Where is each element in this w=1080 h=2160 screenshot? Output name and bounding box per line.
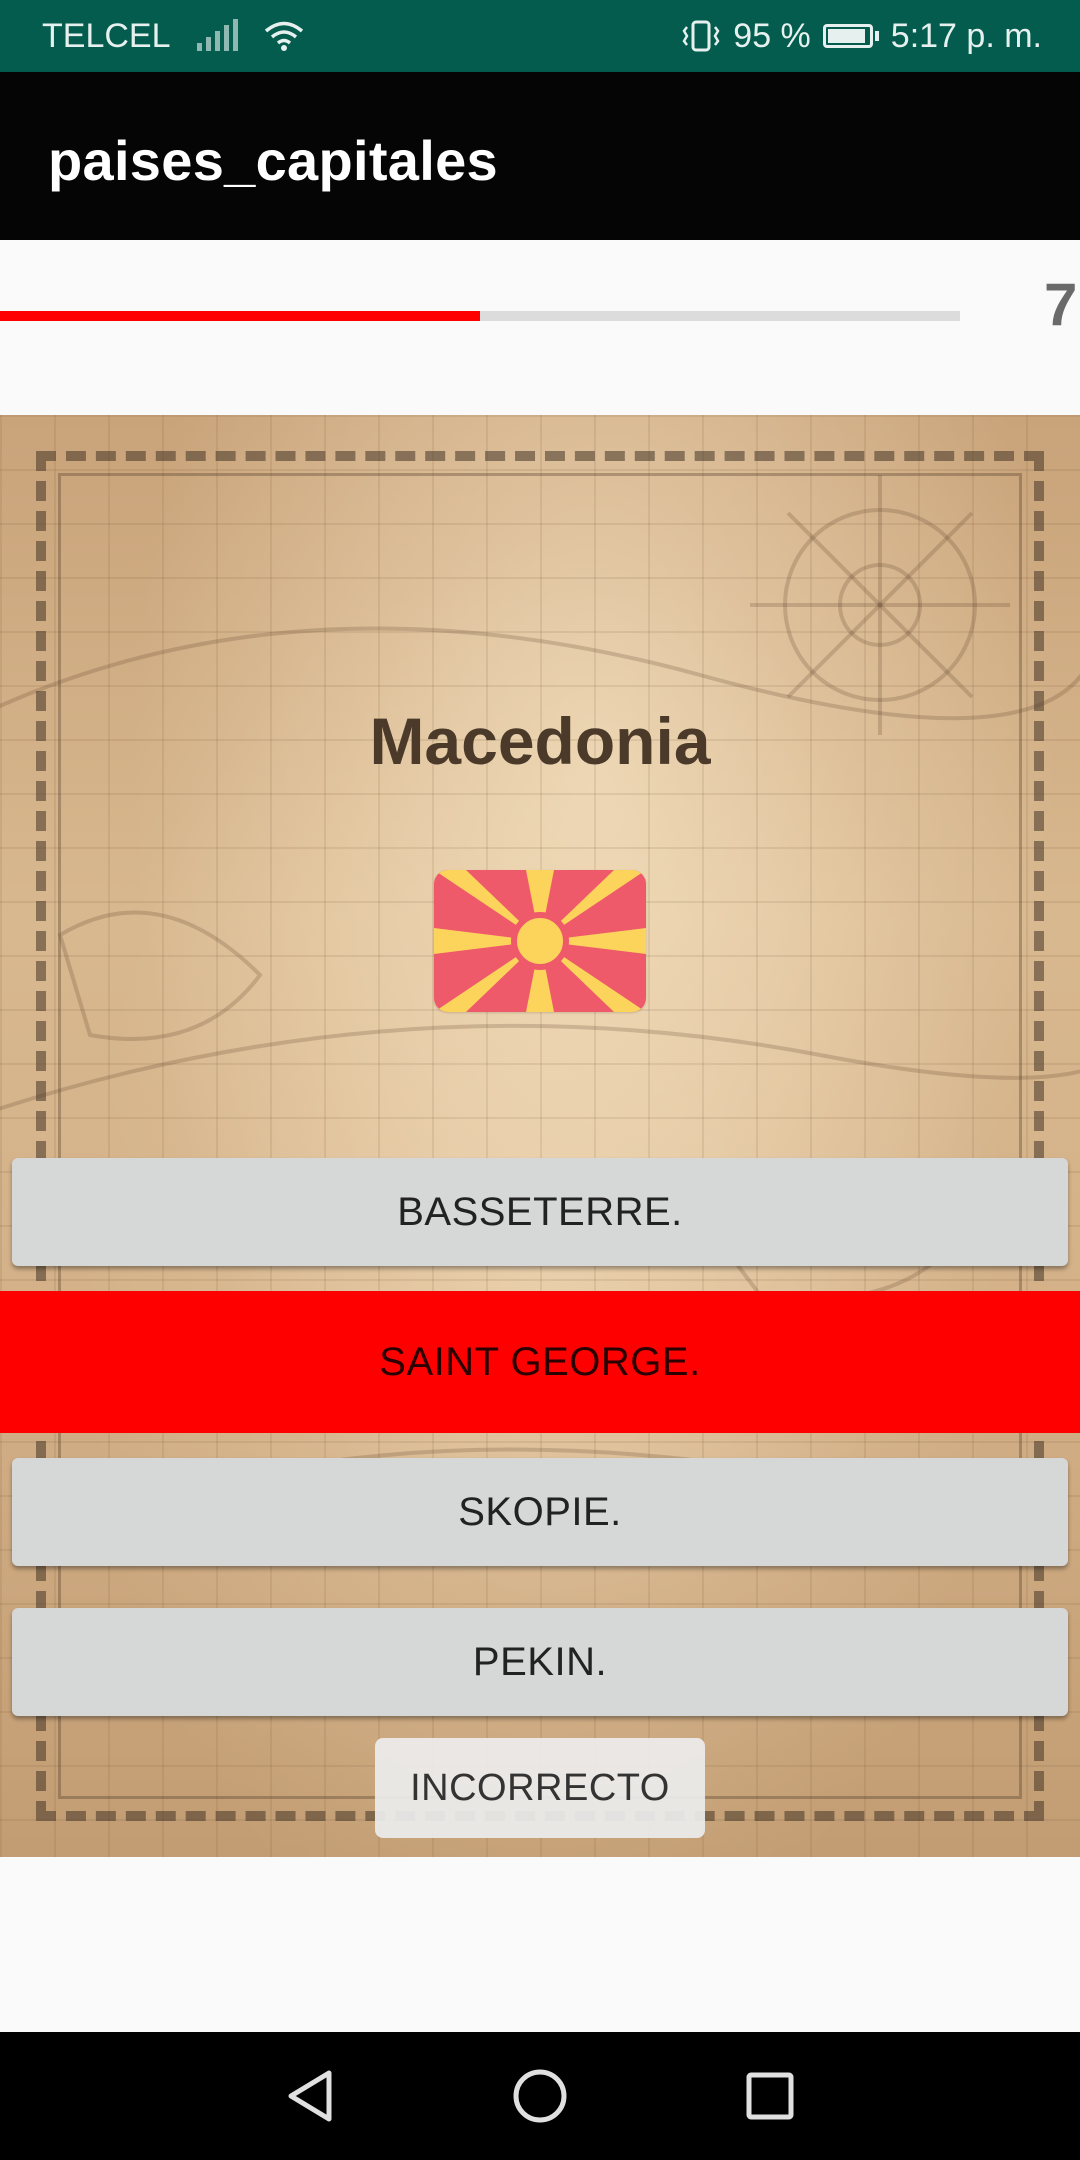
navigation-bar [0,2032,1080,2160]
back-triangle-icon[interactable] [280,2066,340,2126]
progress-area: 7 [0,240,1080,415]
country-name: Macedonia [369,704,711,778]
home-circle-icon[interactable] [510,2066,570,2126]
carrier-name: TELCEL [42,16,171,55]
app-bar: paises_capitales [0,72,1080,240]
battery-percent: 95 % [733,16,811,55]
answer-button-1[interactable]: BASSETERRE. [12,1158,1068,1266]
answer-button-4[interactable]: PEKIN. [12,1608,1068,1716]
signal-icon [196,19,238,51]
recents-square-icon[interactable] [740,2066,800,2126]
progress-fill [0,311,480,321]
vibrate-icon [682,20,720,52]
answer-button-2-wrong[interactable]: SAINT GEORGE. [0,1291,1080,1433]
answer-button-3[interactable]: SKOPIE. [12,1458,1068,1566]
status-bar: TELCEL 95 % 5:17 p. m. [0,0,1080,72]
macedonia-flag-icon [434,870,646,1012]
progress-bar [0,311,960,321]
clock: 5:17 p. m. [890,16,1042,55]
wifi-icon [264,21,303,51]
result-badge: INCORRECTO [375,1738,705,1838]
question-counter: 7 [1044,271,1078,338]
app-title: paises_capitales [48,129,498,192]
game-area: Macedonia BASSETERRE. SAINT GEORGE. SKOP… [0,415,1080,1857]
battery-icon [822,24,879,48]
